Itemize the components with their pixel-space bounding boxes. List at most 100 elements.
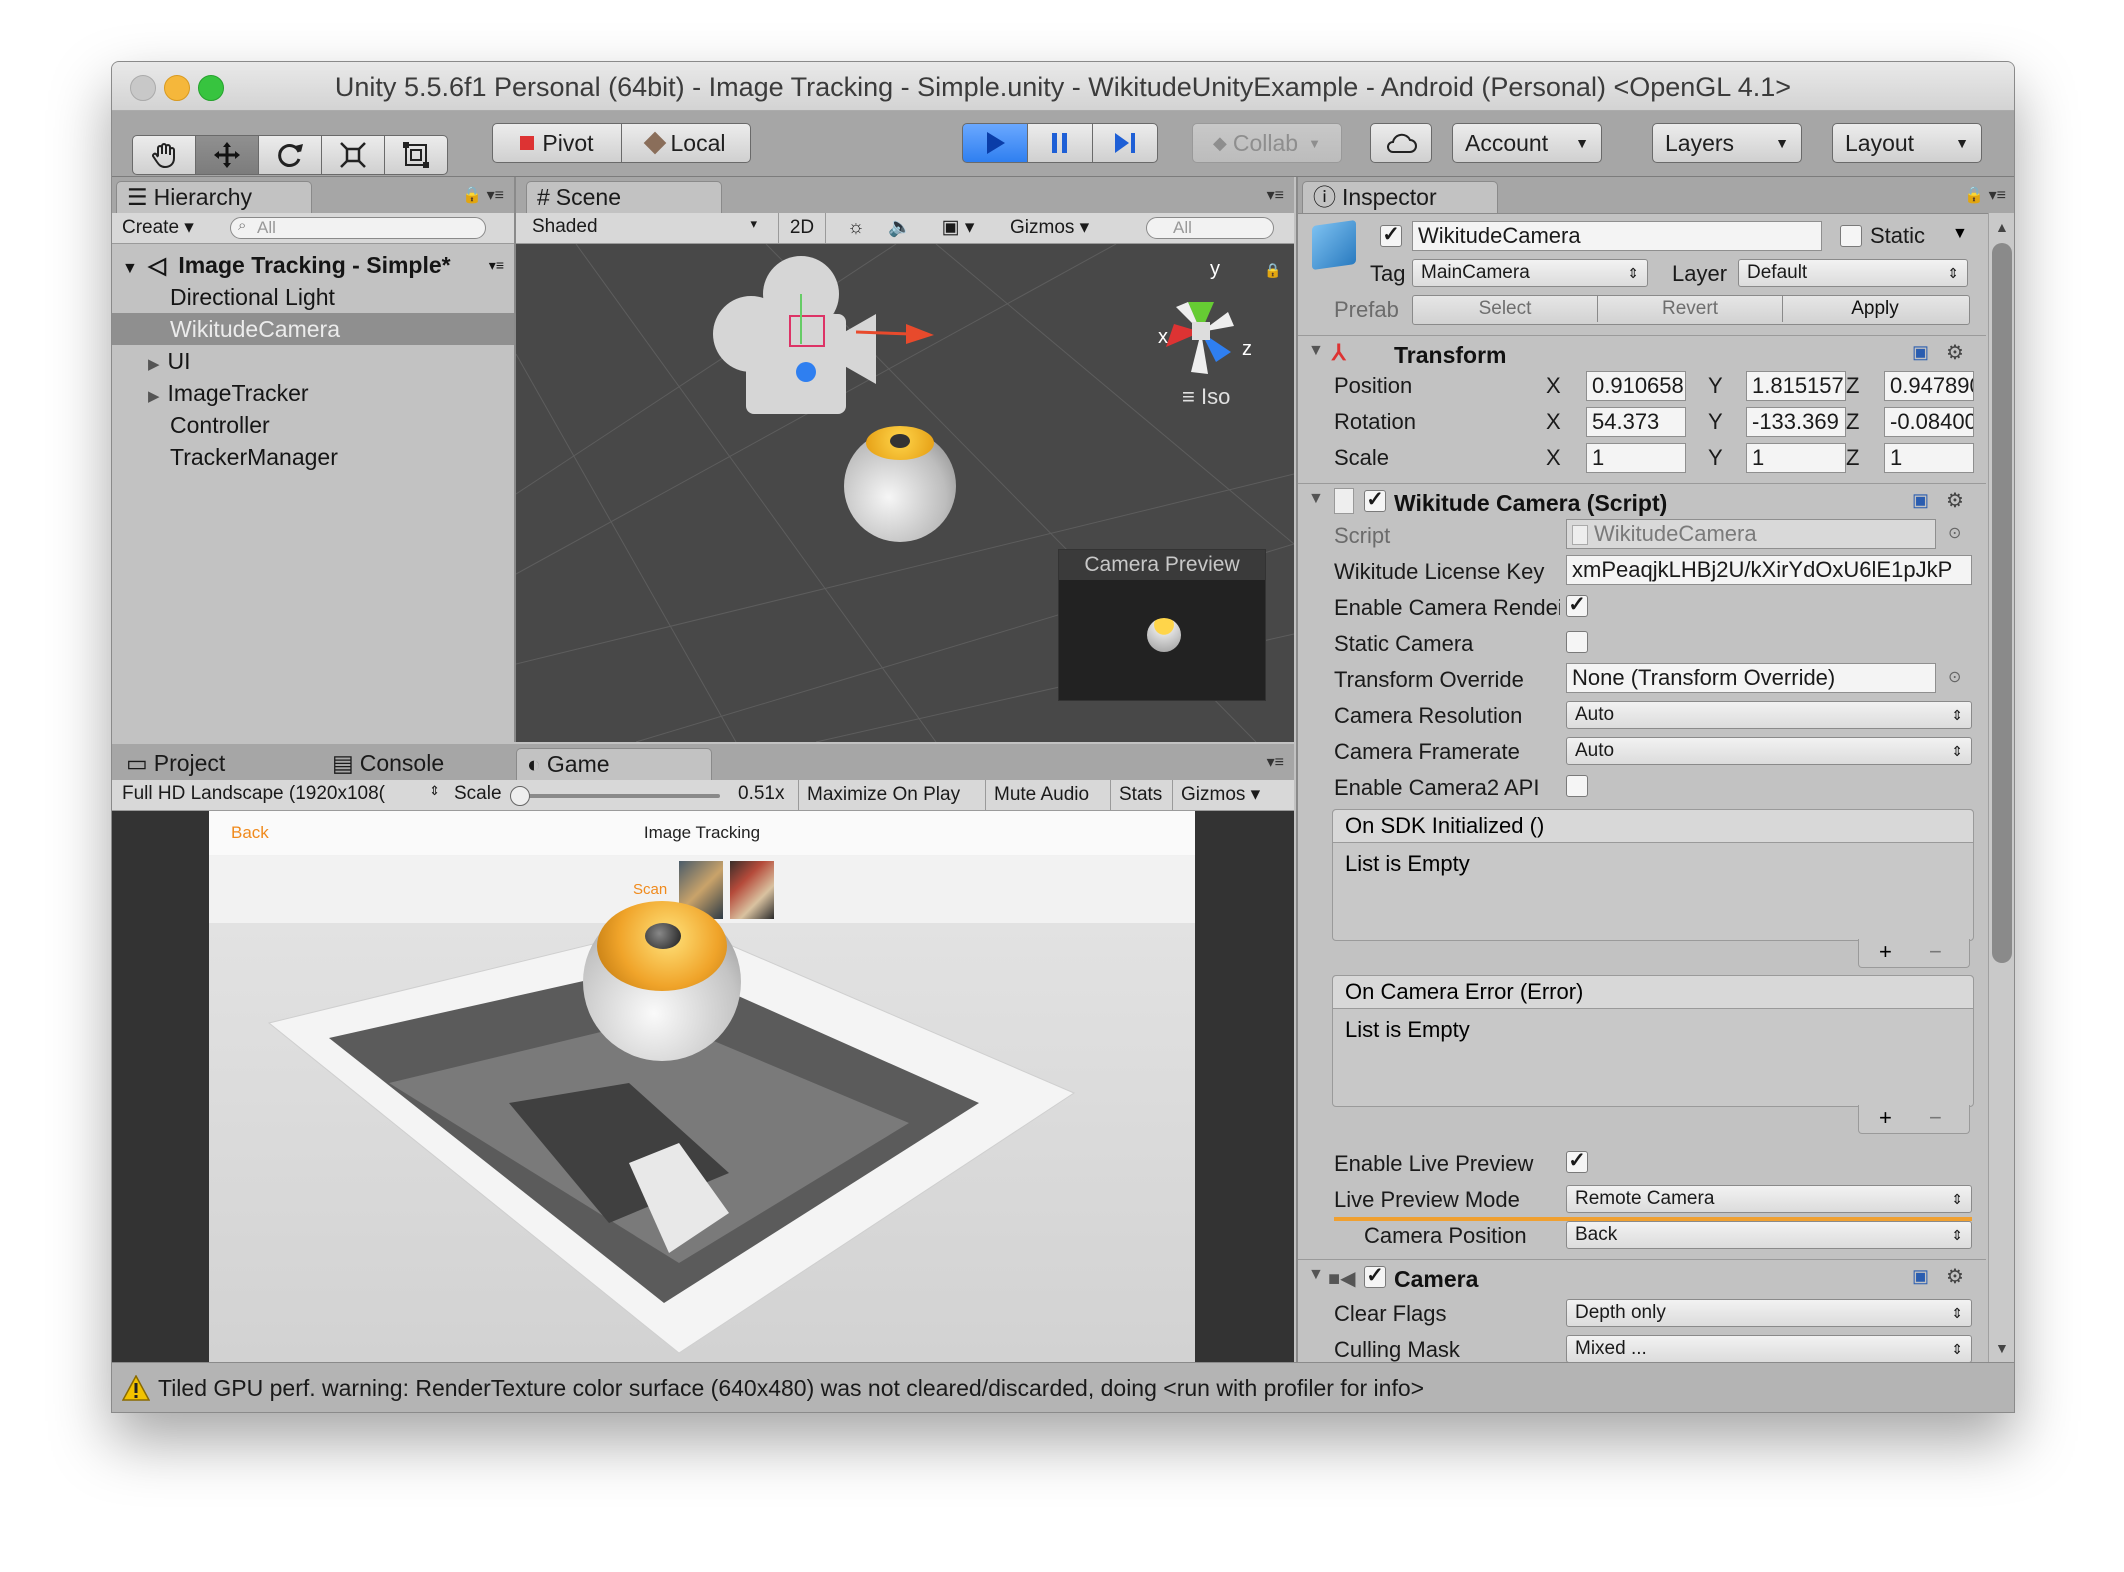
shading-dropdown[interactable]: Shaded ▾: [532, 216, 757, 238]
static-checkbox[interactable]: [1840, 225, 1862, 247]
transform-x-input[interactable]: 0.910658: [1586, 371, 1686, 401]
scroll-down-icon[interactable]: ▼: [1995, 1340, 2009, 1356]
scene-root-item[interactable]: ▼ ◁ Image Tracking - Simple* ▾≡: [112, 249, 514, 281]
create-dropdown[interactable]: Create ▾: [122, 216, 194, 239]
iso-toggle[interactable]: ≡ Iso: [1182, 384, 1230, 410]
scale-slider-thumb[interactable]: [510, 786, 530, 806]
audio-toggle[interactable]: 🔈: [878, 213, 922, 243]
camera-resolution-dropdown[interactable]: Auto ⇕: [1566, 701, 1972, 729]
expand-arrow-icon[interactable]: ▶: [148, 388, 160, 405]
clear-flags-dropdown[interactable]: Depth only ⇕: [1566, 1299, 1972, 1327]
lighting-toggle[interactable]: ☼: [834, 213, 878, 243]
hierarchy-item-trackermanager[interactable]: TrackerManager: [112, 441, 514, 473]
layout-dropdown[interactable]: Layout ▼: [1832, 123, 1982, 163]
static-dropdown-arrow-icon[interactable]: ▼: [1952, 225, 1968, 243]
tab-project[interactable]: ▭ Project: [116, 748, 312, 780]
play-button[interactable]: [962, 123, 1028, 163]
step-button[interactable]: [1092, 123, 1158, 163]
add-icon[interactable]: +: [1879, 939, 1892, 965]
app-scan-label[interactable]: Scan: [633, 881, 667, 898]
static-camera-checkbox[interactable]: [1566, 631, 1588, 653]
transform-z-input[interactable]: 0.947890: [1884, 371, 1974, 401]
lock-icon[interactable]: 🔒: [1264, 262, 1281, 279]
transform-x-input[interactable]: 54.373: [1586, 407, 1686, 437]
scale-slider[interactable]: [510, 786, 720, 806]
transform-header[interactable]: ▼ ⅄ Transform ▣ ⚙: [1298, 335, 1986, 372]
transform-override-field[interactable]: None (Transform Override): [1566, 663, 1936, 693]
rect-icon[interactable]: [384, 135, 448, 175]
rotate-icon[interactable]: [258, 135, 322, 175]
inspector-scrollbar[interactable]: ▲ ▼: [1988, 213, 2014, 1362]
hierarchy-item-controller[interactable]: Controller: [112, 409, 514, 441]
transform-x-input[interactable]: 1: [1586, 443, 1686, 473]
help-icon[interactable]: ▣: [1912, 1266, 1929, 1287]
help-icon[interactable]: ▣: [1912, 490, 1929, 511]
remove-icon[interactable]: −: [1929, 939, 1942, 965]
license-key-input[interactable]: xmPeaqjkLHBj2U/kXirYdOxU6lE1pJkP: [1566, 555, 1972, 585]
account-dropdown[interactable]: Account ▼: [1452, 123, 1602, 163]
local-button[interactable]: Local: [621, 123, 751, 163]
game-view[interactable]: Back Image Tracking Scan: [112, 811, 1294, 1362]
scale-icon[interactable]: [321, 135, 385, 175]
prefab-select-button[interactable]: Select: [1413, 296, 1598, 322]
maximize-on-play-toggle[interactable]: Maximize On Play: [798, 780, 968, 810]
tag-dropdown[interactable]: MainCamera ⇕: [1412, 259, 1648, 287]
pause-button[interactable]: [1027, 123, 1093, 163]
scene-search-input[interactable]: All: [1146, 217, 1274, 239]
tab-inspector[interactable]: ⓘ Inspector: [1302, 181, 1498, 213]
tab-scene[interactable]: # Scene: [526, 181, 722, 213]
cloud-button[interactable]: [1370, 123, 1432, 163]
hierarchy-item-ui[interactable]: ▶ UI: [112, 345, 514, 377]
camera2-api-checkbox[interactable]: [1566, 775, 1588, 797]
hierarchy-item-wikitudecamera[interactable]: WikitudeCamera: [112, 313, 514, 345]
object-picker-icon[interactable]: ⊙: [1948, 667, 1961, 687]
culling-mask-dropdown[interactable]: Mixed ... ⇕: [1566, 1335, 1972, 1362]
transform-y-input[interactable]: -133.369: [1746, 407, 1846, 437]
tab-hierarchy[interactable]: ☰ Hierarchy: [116, 181, 312, 213]
tab-console[interactable]: ▤ Console: [322, 748, 518, 780]
scrollbar-thumb[interactable]: [1992, 243, 2012, 963]
gizmos-dropdown[interactable]: Gizmos ▾: [1010, 216, 1089, 239]
gear-icon[interactable]: ⚙: [1946, 340, 1964, 365]
collab-button[interactable]: ◆ Collab ▼: [1192, 123, 1342, 163]
panel-menu-icon[interactable]: 🔒 ▾≡: [462, 185, 504, 205]
collapse-arrow-icon[interactable]: ▼: [1308, 342, 1324, 360]
layers-dropdown[interactable]: Layers ▼: [1652, 123, 1802, 163]
resolution-dropdown[interactable]: Full HD Landscape (1920x108(⇕: [122, 783, 440, 805]
pivot-button[interactable]: Pivot: [492, 123, 622, 163]
object-name-input[interactable]: WikitudeCamera: [1412, 221, 1822, 251]
move-icon[interactable]: [195, 135, 259, 175]
prefab-revert-button[interactable]: Revert: [1598, 296, 1783, 322]
enable-render-checkbox[interactable]: ✓: [1566, 594, 1588, 617]
eyeball-object[interactable]: [844, 426, 956, 542]
gear-icon[interactable]: ⚙: [1946, 1264, 1964, 1289]
game-gizmos-dropdown[interactable]: Gizmos ▾: [1172, 780, 1268, 810]
object-picker-icon[interactable]: ⊙: [1948, 523, 1961, 543]
collapse-arrow-icon[interactable]: ▼: [1308, 490, 1324, 508]
script-enabled-checkbox[interactable]: ✓: [1364, 489, 1386, 512]
expand-arrow-icon[interactable]: ▶: [148, 356, 160, 373]
scene-viewport[interactable]: y x z 🔒 ≡ Iso Camera Preview: [516, 244, 1294, 742]
stats-toggle[interactable]: Stats: [1110, 780, 1170, 810]
active-checkbox[interactable]: ✓: [1380, 224, 1402, 247]
panel-menu-icon[interactable]: ▾≡: [1267, 752, 1284, 772]
help-icon[interactable]: ▣: [1912, 342, 1929, 363]
scroll-up-icon[interactable]: ▲: [1995, 219, 2009, 235]
live-preview-mode-dropdown[interactable]: Remote Camera ⇕: [1566, 1185, 1972, 1213]
camera-component-header[interactable]: ▼ ■◀ ✓ Camera ▣ ⚙: [1298, 1259, 1986, 1296]
panel-menu-icon[interactable]: 🔒 ▾≡: [1964, 185, 2006, 205]
mode-2d-toggle[interactable]: 2D: [778, 213, 826, 243]
status-bar[interactable]: Tiled GPU perf. warning: RenderTexture c…: [112, 1362, 2014, 1412]
collapse-arrow-icon[interactable]: ▼: [1308, 1266, 1324, 1284]
transform-y-input[interactable]: 1: [1746, 443, 1846, 473]
hierarchy-item-directional-light[interactable]: Directional Light: [112, 281, 514, 313]
prefab-apply-button[interactable]: Apply: [1783, 296, 1967, 322]
scene-menu-icon[interactable]: ▾≡: [489, 249, 504, 281]
wikitude-camera-header[interactable]: ▼ ✓ Wikitude Camera (Script) ▣ ⚙: [1298, 483, 1986, 520]
mute-audio-toggle[interactable]: Mute Audio: [985, 780, 1097, 810]
transform-z-input[interactable]: -0.084000: [1884, 407, 1974, 437]
live-preview-checkbox[interactable]: ✓: [1566, 1150, 1588, 1173]
target-thumbnail-2[interactable]: [730, 861, 774, 919]
camera-enabled-checkbox[interactable]: ✓: [1364, 1265, 1386, 1288]
remove-icon[interactable]: −: [1929, 1105, 1942, 1131]
